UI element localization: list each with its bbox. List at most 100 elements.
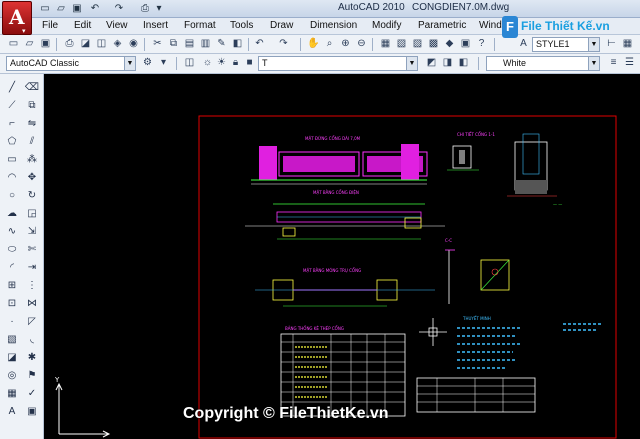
table-style-icon[interactable]: ▦ [620, 37, 635, 51]
plot-icon[interactable]: ⎙ [62, 37, 77, 51]
revision-cloud-icon[interactable]: ☁ [4, 206, 20, 221]
save-icon[interactable]: ▣ [70, 2, 84, 15]
design-center-icon[interactable]: ▧ [394, 37, 409, 51]
table-icon[interactable]: ▦ [4, 386, 20, 401]
insert-block-icon[interactable]: ⊞ [4, 278, 20, 293]
extend-icon[interactable]: ⇥ [24, 260, 40, 275]
menu-view[interactable]: View [106, 20, 128, 31]
check-icon[interactable]: ✓ [24, 386, 40, 401]
layer-on-icon[interactable]: ☼ [200, 56, 215, 70]
plot-icon[interactable]: ⎙ [138, 2, 152, 15]
point-icon[interactable]: · [4, 314, 20, 329]
ellipse-icon[interactable]: ⬭ [4, 242, 20, 257]
open-icon[interactable]: ▱ [22, 37, 37, 51]
multiline-text-icon[interactable]: A [4, 404, 20, 419]
layer-select[interactable]: T ▼ [258, 56, 418, 71]
arc-icon[interactable]: ◠ [4, 170, 20, 185]
circle-icon[interactable]: ○ [4, 188, 20, 203]
erase-icon[interactable]: ⌫ [24, 80, 40, 95]
stretch-icon[interactable]: ⇲ [24, 224, 40, 239]
menu-edit[interactable]: Edit [74, 20, 91, 31]
layer-freeze-icon[interactable]: ☀ [214, 56, 229, 70]
drawing-canvas[interactable]: MẶT ĐỨNG CỔNG DÀI 7,0M MẶT BẰNG CỔNG ĐIỆ… [45, 74, 640, 439]
join-icon[interactable]: ⋈ [24, 296, 40, 311]
move-icon[interactable]: ✥ [24, 170, 40, 185]
zoom-window-icon[interactable]: ⊕ [338, 37, 353, 51]
redo-icon[interactable]: ↷ [276, 37, 291, 51]
undo-icon[interactable]: ↶ [252, 37, 267, 51]
rectangle-icon[interactable]: ▭ [4, 152, 20, 167]
undo-icon[interactable]: ↶ [88, 2, 102, 15]
properties-icon[interactable]: ▦ [378, 37, 393, 51]
plot-preview-icon[interactable]: ◪ [78, 37, 93, 51]
paste-icon[interactable]: ▤ [182, 37, 197, 51]
menu-parametric[interactable]: Parametric [418, 20, 466, 31]
help-icon[interactable]: ? [474, 37, 489, 51]
copy-object-icon[interactable]: ⧉ [24, 98, 40, 113]
application-menu-button[interactable]: A ▾ [2, 1, 32, 35]
mirror-icon[interactable]: ⇋ [24, 116, 40, 131]
new-icon[interactable]: ▭ [38, 2, 52, 15]
menu-draw[interactable]: Draw [270, 20, 293, 31]
menu-file[interactable]: File [42, 20, 58, 31]
layer-color-icon[interactable]: ■ [242, 56, 257, 70]
break-icon[interactable]: ⋮ [24, 278, 40, 293]
offset-icon[interactable]: ⫽ [24, 134, 40, 149]
zoom-previous-icon[interactable]: ⊖ [354, 37, 369, 51]
markup-icon[interactable]: ◆ [442, 37, 457, 51]
paste-block-icon[interactable]: ▥ [198, 37, 213, 51]
line-icon[interactable]: ╱ [4, 80, 20, 95]
explode-icon[interactable]: ✱ [24, 350, 40, 365]
scale-icon[interactable]: ◲ [24, 206, 40, 221]
rotate-icon[interactable]: ↻ [24, 188, 40, 203]
array-icon[interactable]: ⁂ [24, 152, 40, 167]
block-editor-icon[interactable]: ◧ [230, 37, 245, 51]
copy-icon[interactable]: ⧉ [166, 37, 181, 51]
publish-icon[interactable]: ◫ [94, 37, 109, 51]
quickcalc-icon[interactable]: ▣ [458, 37, 473, 51]
layer-previous-icon[interactable]: ◨ [440, 56, 455, 70]
color-select[interactable]: White ▼ [486, 56, 600, 71]
new-icon[interactable]: ▭ [6, 37, 21, 51]
3d-dwf-icon[interactable]: ◈ [110, 37, 125, 51]
ellipse-arc-icon[interactable]: ◜ [4, 260, 20, 275]
gradient-icon[interactable]: ◪ [4, 350, 20, 365]
match-properties-icon[interactable]: ✎ [214, 37, 229, 51]
pan-icon[interactable]: ✋ [306, 37, 321, 51]
layer-state-icon[interactable]: ◧ [456, 56, 471, 70]
menu-modify[interactable]: Modify [372, 20, 401, 31]
make-block-icon[interactable]: ⊡ [4, 296, 20, 311]
flag-icon[interactable]: ⚑ [24, 368, 40, 383]
chamfer-icon[interactable]: ◸ [24, 314, 40, 329]
make-current-layer-icon[interactable]: ◩ [424, 56, 439, 70]
linetype-icon[interactable]: ≡ [606, 56, 621, 70]
menu-tools[interactable]: Tools [230, 20, 253, 31]
save-icon[interactable]: ▣ [38, 37, 53, 51]
workspace-settings-icon[interactable]: ⚙ [140, 56, 155, 70]
workspace-select[interactable]: AutoCAD Classic ▼ [6, 56, 136, 71]
zoom-realtime-icon[interactable]: ⌕ [322, 37, 337, 51]
layer-lock-icon[interactable]: 🔒︎ [228, 56, 243, 70]
sheet-set-icon[interactable]: ▩ [426, 37, 441, 51]
menu-dimension[interactable]: Dimension [310, 20, 357, 31]
cut-icon[interactable]: ✂ [150, 37, 165, 51]
customize-icon[interactable]: ▾ [156, 56, 171, 70]
menu-insert[interactable]: Insert [143, 20, 168, 31]
layer-manager-icon[interactable]: ◫ [182, 56, 197, 70]
redo-icon[interactable]: ↷ [112, 2, 126, 15]
lineweight-icon[interactable]: ☰ [622, 56, 637, 70]
menu-format[interactable]: Format [184, 20, 216, 31]
construction-line-icon[interactable]: ⟋ [4, 98, 20, 113]
fillet-icon[interactable]: ◟ [24, 332, 40, 347]
tool-palettes-icon[interactable]: ▨ [410, 37, 425, 51]
dropdown-icon[interactable]: ▾ [152, 2, 166, 15]
trim-icon[interactable]: ✄ [24, 242, 40, 257]
publish-web-icon[interactable]: ◉ [126, 37, 141, 51]
menu-window[interactable]: Wind [479, 20, 502, 31]
image-icon[interactable]: ▣ [24, 404, 40, 419]
spline-icon[interactable]: ∿ [4, 224, 20, 239]
polygon-icon[interactable]: ⬠ [4, 134, 20, 149]
region-icon[interactable]: ◎ [4, 368, 20, 383]
hatch-icon[interactable]: ▧ [4, 332, 20, 347]
open-icon[interactable]: ▱ [54, 2, 68, 15]
